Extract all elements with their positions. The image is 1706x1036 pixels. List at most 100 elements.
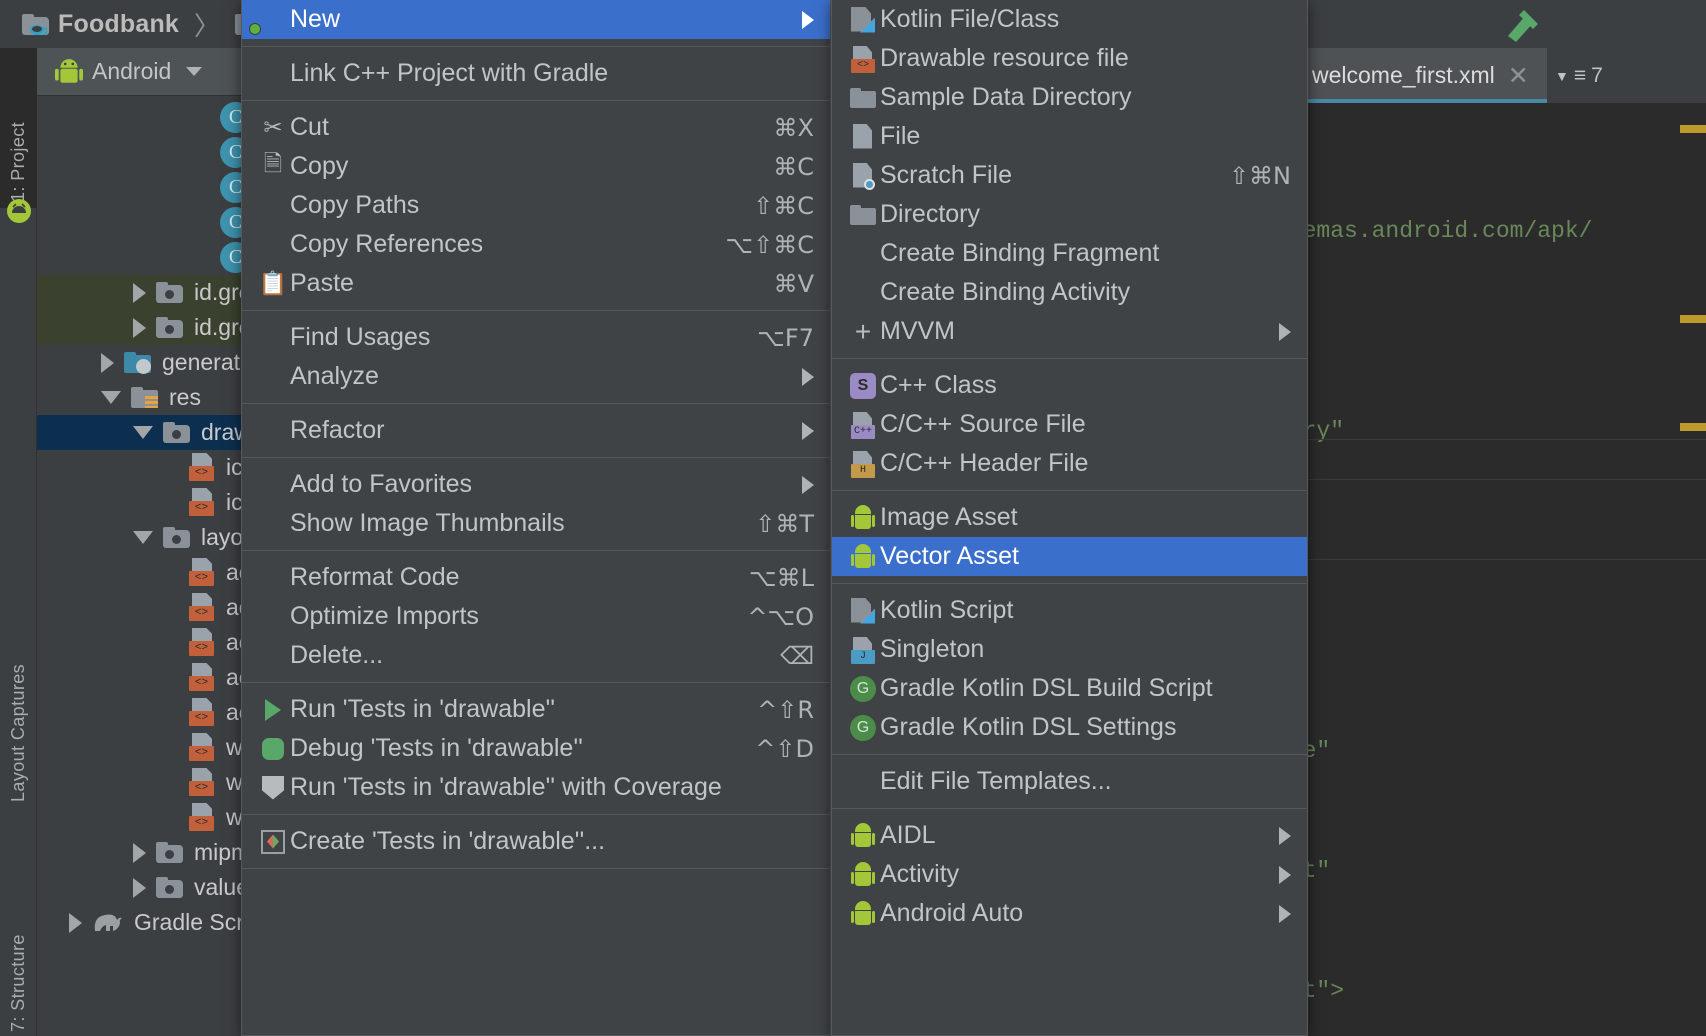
chevron-down-icon[interactable] xyxy=(133,531,153,544)
new-submenu-item-android-auto[interactable]: Android Auto xyxy=(832,894,1307,933)
menu-item-label: Scratch File xyxy=(880,161,1209,190)
xml-file-icon: <> xyxy=(188,663,215,693)
chevron-down-icon[interactable] xyxy=(101,391,121,404)
new-submenu-item-c-c-header-file[interactable]: HC/C++ Header File xyxy=(832,444,1307,483)
code-line: ent" xyxy=(1267,851,1706,891)
context-menu-item-find-usages[interactable]: Find Usages⌥F7 xyxy=(242,318,830,357)
xml-file-icon: <> xyxy=(188,628,215,658)
menu-item-label: Add to Favorites xyxy=(290,470,784,499)
green-dot-badge-icon xyxy=(249,23,261,35)
context-menu-item-add-to-favorites[interactable]: Add to Favorites xyxy=(242,465,830,504)
menu-separator xyxy=(242,100,830,101)
context-menu-item-delete[interactable]: Delete...⌫ xyxy=(242,636,830,675)
context-menu-item-refactor[interactable]: Refactor xyxy=(242,411,830,450)
menu-item-shortcut: ^⇧R xyxy=(757,696,814,724)
editor-tab-welcome-first-xml[interactable]: <> welcome_first.xml ✕ xyxy=(1267,48,1547,103)
breadcrumb-item-0[interactable]: Foodbank xyxy=(58,10,179,39)
menu-separator xyxy=(242,46,830,47)
menu-item-shortcut: ⌥F7 xyxy=(757,324,814,352)
context-menu-item-run-tests-in-drawable[interactable]: Run 'Tests in 'drawable''^⇧R xyxy=(242,690,830,729)
sidebar-item-layout-captures[interactable]: Layout Captures xyxy=(0,608,37,808)
editor-tab-label: welcome_first.xml xyxy=(1312,62,1495,89)
xml-file-icon: <> xyxy=(188,733,215,763)
new-submenu-item-create-binding-fragment[interactable]: Create Binding Fragment xyxy=(832,234,1307,273)
new-submenu-item-c-class[interactable]: SC++ Class xyxy=(832,366,1307,405)
context-menu-item-analyze[interactable]: Analyze xyxy=(242,357,830,396)
chevron-right-icon[interactable] xyxy=(133,283,146,303)
new-submenu-item-kotlin-file-class[interactable]: Kotlin File/Class xyxy=(832,0,1307,39)
context-menu-item-copy-references[interactable]: Copy References⌥⇧⌘C xyxy=(242,225,830,264)
new-submenu-item-aidl[interactable]: AIDL xyxy=(832,816,1307,855)
context-menu-item-cut[interactable]: ✂Cut⌘X xyxy=(242,108,830,147)
menu-item-icon: C++ xyxy=(846,412,880,438)
menu-item-label: Paste xyxy=(290,269,754,298)
chevron-right-icon[interactable] xyxy=(101,353,114,373)
context-menu[interactable]: NewLink C++ Project with Gradle✂Cut⌘X🗎Co… xyxy=(241,0,831,1036)
menu-item-icon: G xyxy=(846,715,880,741)
coverage-shield-icon xyxy=(262,776,284,800)
close-icon[interactable]: ✕ xyxy=(1508,61,1529,91)
chevron-right-icon[interactable] xyxy=(69,913,82,933)
menu-item-icon: ✂ xyxy=(256,114,290,141)
context-menu-item-copy-paths[interactable]: Copy Paths⇧⌘C xyxy=(242,186,830,225)
context-menu-item-reformat-code[interactable]: Reformat Code⌥⌘L xyxy=(242,558,830,597)
menu-item-shortcut: ⌘C xyxy=(773,153,814,181)
new-submenu-item-c-c-source-file[interactable]: C++C/C++ Source File xyxy=(832,405,1307,444)
context-menu-item-copy[interactable]: 🗎Copy⌘C xyxy=(242,147,830,186)
new-submenu-item-file[interactable]: File xyxy=(832,117,1307,156)
context-menu-item-optimize-imports[interactable]: Optimize Imports^⌥O xyxy=(242,597,830,636)
submenu-arrow-icon xyxy=(1279,866,1291,884)
menu-item-shortcut: ⌘X xyxy=(774,114,814,142)
menu-separator xyxy=(242,868,830,869)
android-head-icon xyxy=(6,198,32,224)
cup-badge-icon xyxy=(30,24,47,36)
cpp-header-icon: H xyxy=(852,451,874,477)
xml-file-icon: <> xyxy=(188,488,215,518)
new-submenu-item-edit-file-templates[interactable]: Edit File Templates... xyxy=(832,762,1307,801)
fold-divider xyxy=(1267,559,1706,560)
copy-icon: 🗎 xyxy=(264,147,283,186)
context-menu-item-debug-tests-in-drawable[interactable]: Debug 'Tests in 'drawable''^⇧D xyxy=(242,729,830,768)
new-submenu-item-create-binding-activity[interactable]: Create Binding Activity xyxy=(832,273,1307,312)
menu-item-icon xyxy=(846,544,880,570)
new-submenu-item-activity[interactable]: Activity xyxy=(832,855,1307,894)
new-submenu-item-mvvm[interactable]: +MVVM xyxy=(832,312,1307,351)
new-submenu-item-kotlin-script[interactable]: Kotlin Script xyxy=(832,591,1307,630)
sidebar-item-structure[interactable]: 7: Structure xyxy=(0,878,37,1036)
android-icon xyxy=(851,505,875,531)
new-submenu-item-sample-data-directory[interactable]: Sample Data Directory xyxy=(832,78,1307,117)
new-submenu-item-gradle-kotlin-dsl-settings[interactable]: GGradle Kotlin DSL Settings xyxy=(832,708,1307,747)
new-submenu-item-gradle-kotlin-dsl-build-script[interactable]: GGradle Kotlin DSL Build Script xyxy=(832,669,1307,708)
editor-split-control[interactable]: ▼ ≡ 7 xyxy=(1547,48,1611,103)
menu-item-shortcut: ^⇧D xyxy=(755,735,814,763)
context-menu-item-create-tests-in-drawable[interactable]: Create 'Tests in 'drawable''... xyxy=(242,822,830,861)
context-menu-item-run-tests-in-drawable-with-coverage[interactable]: Run 'Tests in 'drawable'' with Coverage xyxy=(242,768,830,807)
folder-icon xyxy=(850,205,876,225)
context-menu-item-new[interactable]: New xyxy=(242,0,830,39)
code-content[interactable]: chemas.android.com/apk/ mary" "> rue" en… xyxy=(1267,103,1706,1036)
menu-item-label: File xyxy=(880,122,1291,151)
chevron-right-icon[interactable] xyxy=(133,878,146,898)
code-line: mary" xyxy=(1267,411,1706,451)
new-submenu-item-scratch-file[interactable]: Scratch File⇧⌘N xyxy=(832,156,1307,195)
context-menu-item-paste[interactable]: 📋Paste⌘V xyxy=(242,264,830,303)
sidebar-item-project[interactable]: 1: Project xyxy=(0,48,37,208)
new-submenu-item-vector-asset[interactable]: Vector Asset xyxy=(832,537,1307,576)
android-head-icon xyxy=(55,58,83,86)
chevron-down-icon[interactable] xyxy=(133,426,153,439)
chevron-right-icon[interactable] xyxy=(133,318,146,338)
new-submenu-item-singleton[interactable]: JSingleton xyxy=(832,630,1307,669)
new-submenu-item-image-asset[interactable]: Image Asset xyxy=(832,498,1307,537)
menu-item-label: Image Asset xyxy=(880,503,1291,532)
chevron-right-icon[interactable] xyxy=(133,843,146,863)
new-submenu[interactable]: Kotlin File/Class<>Drawable resource fil… xyxy=(831,0,1308,1036)
new-submenu-item-directory[interactable]: Directory xyxy=(832,195,1307,234)
new-submenu-item-drawable-resource-file[interactable]: <>Drawable resource file xyxy=(832,39,1307,78)
plus-icon: + xyxy=(855,318,871,346)
project-view-selector[interactable]: Android xyxy=(37,48,247,96)
context-menu-item-link-c-project-with-gradle[interactable]: Link C++ Project with Gradle xyxy=(242,54,830,93)
build-hammer-icon[interactable] xyxy=(1500,6,1546,44)
menu-item-icon xyxy=(256,776,290,800)
context-menu-item-show-image-thumbnails[interactable]: Show Image Thumbnails⇧⌘T xyxy=(242,504,830,543)
xml-file-icon: <> xyxy=(188,593,215,623)
